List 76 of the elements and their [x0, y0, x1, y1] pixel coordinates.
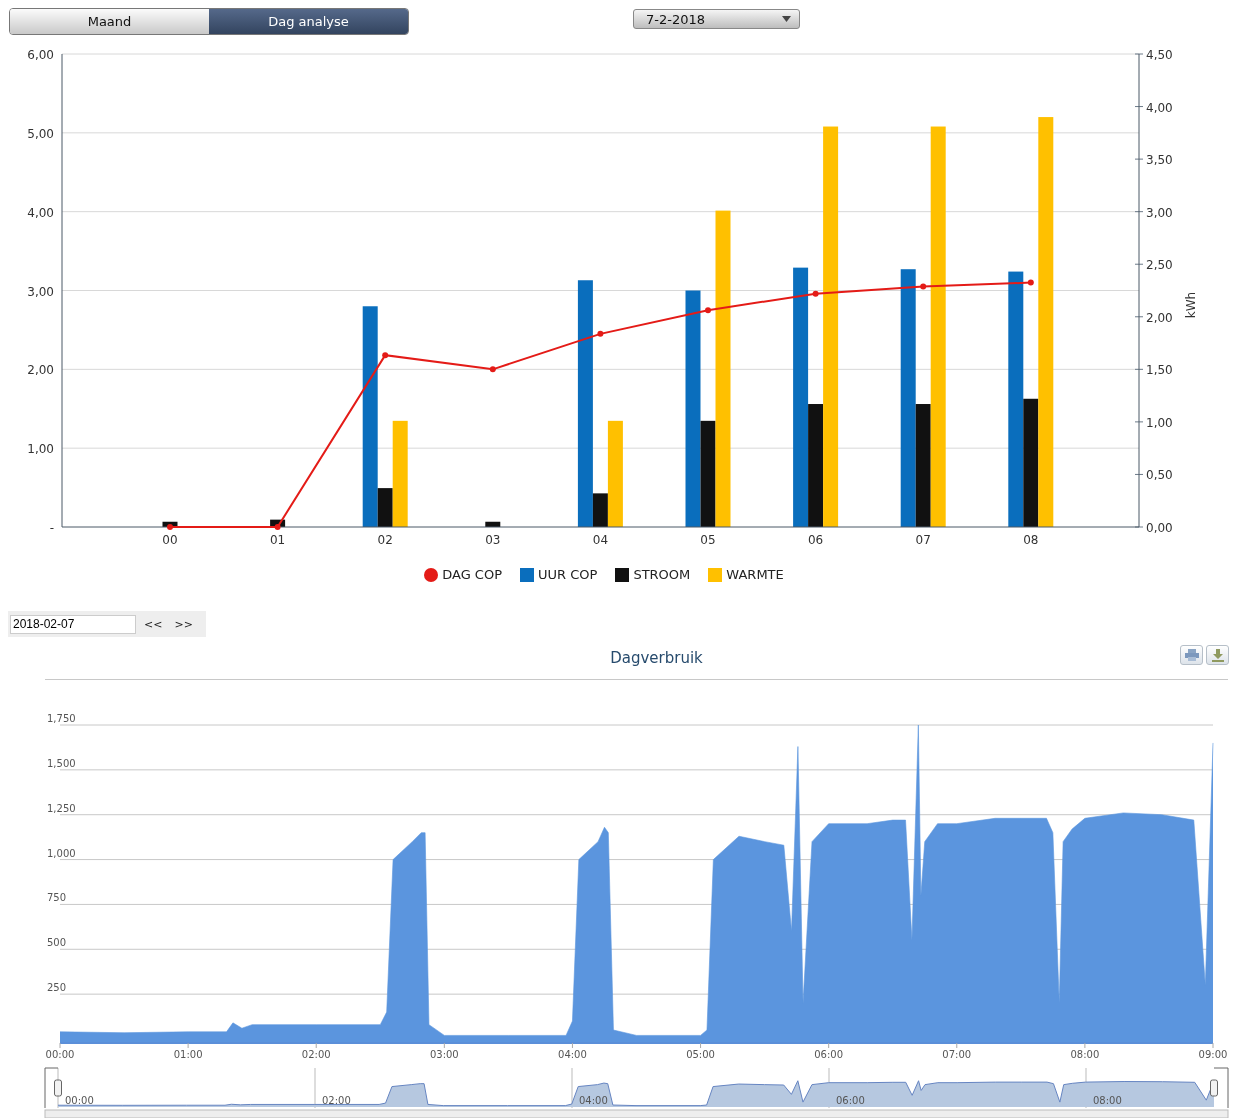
next-button[interactable]: >>	[170, 617, 197, 631]
axis-label: 00:00	[65, 1095, 94, 1106]
axis-label: 4,50	[1146, 48, 1173, 62]
legend-label[interactable]: WARMTE	[726, 567, 784, 582]
view-tab[interactable]: Dag analyse	[209, 9, 408, 34]
axis-label: 750	[47, 892, 67, 904]
axis-label: 01:00	[173, 1049, 203, 1060]
axis-label: 4,00	[27, 205, 54, 220]
axis-label: 08	[1023, 533, 1039, 547]
axis-label: 5,00	[27, 126, 54, 141]
axis-label: 1,250	[47, 802, 76, 814]
axis-label: 0,50	[1146, 468, 1173, 483]
axis-label: 6,00	[27, 48, 54, 62]
print-button[interactable]	[1180, 645, 1203, 665]
axis-label: 05	[700, 533, 716, 547]
chart-title: Dagverbruik	[610, 649, 703, 667]
axis-label: 02:00	[301, 1049, 331, 1060]
axis-label: 500	[47, 937, 67, 949]
axis-label: 4,00	[1146, 100, 1173, 115]
axis-label: 0,00	[1146, 521, 1173, 535]
axis-label: 1,750	[47, 713, 76, 724]
axis-label: 3,00	[1146, 205, 1173, 220]
view-tab[interactable]: Maand	[10, 9, 209, 34]
data-point	[167, 524, 173, 530]
axis-label: 06:00	[836, 1095, 865, 1106]
axis-label: 250	[47, 982, 67, 994]
data-point	[382, 352, 389, 359]
data-point	[920, 283, 927, 290]
axis-label: 00	[162, 533, 178, 547]
axis-label: 02	[377, 533, 393, 547]
scrollbar[interactable]	[44, 1109, 1229, 1118]
caret-icon	[782, 16, 791, 22]
axis-label: 2,00	[27, 363, 54, 378]
axis-label: 1,000	[47, 847, 76, 859]
axis-label: -	[49, 521, 54, 535]
axis-label: 2,50	[1146, 258, 1173, 273]
download-icon	[1211, 648, 1224, 662]
axis-label: 1,50	[1146, 363, 1173, 378]
range-handle[interactable]	[1210, 1079, 1218, 1097]
axis-label: 00:00	[45, 1049, 75, 1060]
axis-label: 07	[915, 533, 931, 547]
axis-label: 08:00	[1070, 1049, 1100, 1060]
axis-label: 03:00	[429, 1049, 459, 1060]
data-point	[1027, 279, 1034, 286]
axis-label: 04	[592, 533, 609, 547]
axis-label: 02:00	[322, 1095, 351, 1106]
axis-label: 04:00	[579, 1095, 608, 1106]
axis-label: 06	[807, 533, 824, 547]
axis-label: 1,00	[27, 442, 54, 457]
data-point	[705, 307, 711, 314]
axis-label: 03	[485, 533, 501, 547]
axis-label: 05:00	[686, 1049, 715, 1060]
axis-label: 07:00	[942, 1049, 972, 1060]
download-button[interactable]	[1206, 645, 1229, 665]
data-point	[274, 524, 281, 530]
data-point	[812, 290, 819, 297]
data-point	[489, 366, 496, 373]
axis-label: 3,00	[27, 284, 54, 299]
date-field[interactable]: 2018-02-07	[10, 614, 136, 634]
axis-label: 1,00	[1146, 415, 1173, 430]
axis-label: 2,00	[1146, 310, 1173, 325]
previous-button[interactable]: <<	[140, 617, 167, 631]
axis-label: 01	[269, 533, 286, 547]
axis-title: kWh	[1184, 291, 1198, 319]
legend-label[interactable]: STROOM	[633, 567, 691, 582]
data-point	[597, 330, 604, 337]
axis-label: 04:00	[558, 1049, 587, 1060]
range-handle[interactable]	[54, 1079, 62, 1097]
axis-label: 08:00	[1093, 1095, 1122, 1106]
date-dropdown[interactable]: 7-2-2018	[633, 9, 800, 29]
legend-label[interactable]: UUR COP	[538, 567, 598, 582]
axis-label: 09:00	[1198, 1049, 1228, 1060]
legend-label[interactable]: DAG COP	[442, 567, 503, 582]
axis-label: 3,50	[1146, 153, 1173, 168]
axis-label: 06:00	[814, 1049, 844, 1060]
axis-label: 1,500	[47, 757, 76, 769]
